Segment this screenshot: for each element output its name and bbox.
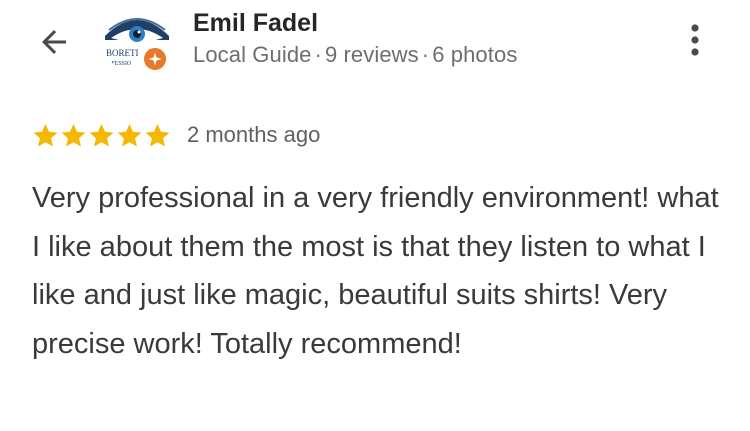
star-icon [89, 123, 114, 147]
avatar-text-top: BORETI [106, 48, 139, 58]
back-button[interactable] [32, 20, 76, 64]
star-icon [61, 123, 86, 147]
star-icon [117, 123, 142, 147]
local-guide-badge [142, 46, 168, 72]
arrow-back-icon [42, 30, 66, 54]
reviewer-name[interactable]: Emil Fadel [193, 9, 318, 38]
meta-separator: · [421, 42, 430, 67]
more-options-button[interactable] [675, 18, 715, 62]
review-date: 2 months ago [187, 122, 321, 147]
local-guide-badge-icon [148, 52, 162, 66]
reviewer-photo-count: 6 photos [432, 42, 518, 67]
reviewer-role: Local Guide [193, 42, 312, 67]
star-rating [32, 122, 171, 149]
more-vert-icon [691, 24, 699, 56]
meta-separator: · [314, 42, 322, 67]
avatar-text-bottom: OFESSIO [107, 61, 132, 67]
rating-row: 2 months ago [32, 118, 320, 152]
reviewer-meta: Local Guide · 9 reviews · 6 photos [193, 42, 517, 68]
review-text: Very professional in a very friendly env… [32, 182, 719, 360]
star-icon [33, 123, 58, 147]
star-icon [145, 123, 170, 147]
reviewer-review-count: 9 reviews [324, 42, 419, 67]
